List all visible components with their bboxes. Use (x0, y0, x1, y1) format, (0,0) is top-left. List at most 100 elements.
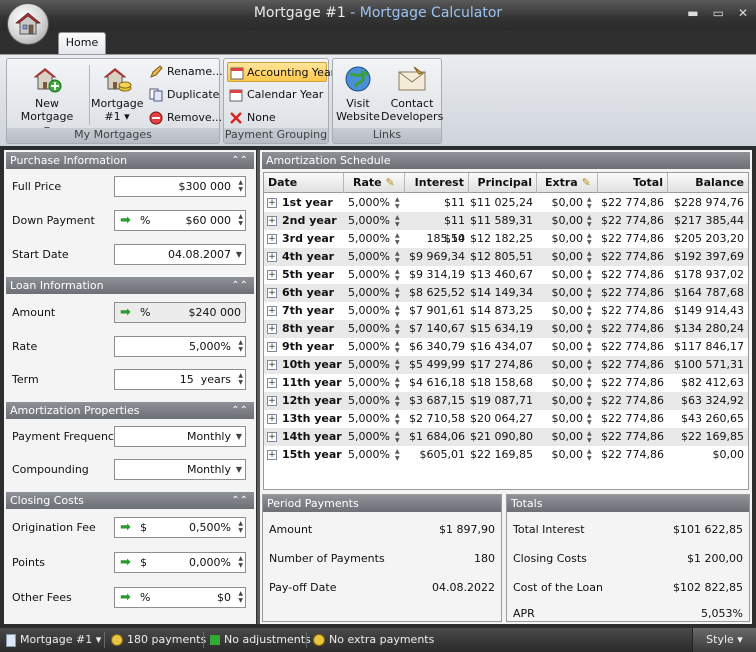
spinner-icon[interactable]: ▲ ▼ (395, 214, 400, 228)
rename-button[interactable]: Rename... (147, 62, 223, 82)
closing-costs-header[interactable]: Closing Costs ⌃⌃ (6, 492, 254, 509)
spinner-icon[interactable]: ▲ ▼ (395, 448, 400, 462)
expand-plus-icon[interactable]: + (267, 432, 277, 442)
spinner-icon[interactable]: ▲ ▼ (238, 372, 243, 386)
spinner-icon[interactable]: ▲ ▼ (587, 358, 592, 372)
application-menu-button[interactable] (7, 3, 49, 45)
mortgage-1-button[interactable]: Mortgage #1 ▾ (91, 63, 144, 123)
start-date-field[interactable]: 04.08.2007 ▼ (114, 244, 246, 265)
table-row[interactable]: +14th year 5,000% ▲ ▼ $1 684,06 $21 090,80 $0,… (264, 428, 748, 446)
cell-extra[interactable]: $0,00 (537, 284, 584, 302)
spinner-icon[interactable]: ▲ ▼ (395, 340, 400, 354)
spinner-icon[interactable]: ▲ ▼ (395, 376, 400, 390)
spinner-icon[interactable]: ▲ ▼ (587, 412, 592, 426)
green-arrow-icon[interactable]: ➡ (120, 588, 131, 607)
table-row[interactable]: +15th year 5,000% ▲ ▼ $605,01 $22 169,85 $0,00… (264, 446, 748, 464)
expand-plus-icon[interactable]: + (267, 216, 277, 226)
spinner-icon[interactable]: ▲ ▼ (395, 232, 400, 246)
cell-extra[interactable]: $0,00 (537, 230, 584, 248)
col-extra[interactable]: Extra ✎ (537, 173, 598, 193)
cell-extra[interactable]: $0,00 (537, 248, 584, 266)
collapse-chevron-icon[interactable]: ⌃⌃ (231, 152, 248, 169)
spinner-icon[interactable]: ▲ ▼ (395, 286, 400, 300)
dropdown-arrow-icon[interactable]: ▼ (236, 460, 242, 479)
spinner-icon[interactable]: ▲ ▼ (587, 430, 592, 444)
spinner-icon[interactable]: ▲ ▼ (587, 196, 592, 210)
col-total[interactable]: Total (598, 173, 668, 193)
expand-plus-icon[interactable]: + (267, 252, 277, 262)
green-arrow-icon[interactable]: ➡ (120, 303, 131, 322)
spinner-icon[interactable]: ▲ ▼ (395, 304, 400, 318)
table-row[interactable]: +2nd year 5,000% ▲ ▼ $11 185,54 $11 589,31 $0,… (264, 212, 748, 245)
tab-home[interactable]: Home (58, 32, 106, 54)
collapse-chevron-icon[interactable]: ⌃⌃ (231, 277, 248, 294)
table-row[interactable]: +5th year 5,000% ▲ ▼ $9 314,19 $13 460,67 $0,0… (264, 266, 748, 284)
cell-extra[interactable]: $0,00 (537, 410, 584, 428)
table-row[interactable]: +7th year 5,000% ▲ ▼ $7 901,61 $14 873,25 $0,0… (264, 302, 748, 320)
table-row[interactable]: +10th year 5,000% ▲ ▼ $5 499,99 $17 274,86 $0,… (264, 356, 748, 374)
col-rate[interactable]: Rate ✎ (344, 173, 405, 193)
expand-plus-icon[interactable]: + (267, 324, 277, 334)
amortization-properties-header[interactable]: Amortization Properties ⌃⌃ (6, 402, 254, 419)
spinner-icon[interactable]: ▲ ▼ (587, 340, 592, 354)
visit-website-button[interactable]: Visit Website (335, 63, 381, 123)
cell-extra[interactable]: $0,00 (537, 338, 584, 356)
spinner-icon[interactable]: ▲ ▼ (587, 448, 592, 462)
loan-info-header[interactable]: Loan Information ⌃⌃ (6, 277, 254, 294)
spinner-icon[interactable]: ▲ ▼ (238, 179, 243, 193)
rate-field[interactable]: 5,000% ▲ ▼ (114, 336, 246, 357)
spinner-icon[interactable]: ▲ ▼ (587, 322, 592, 336)
cell-extra[interactable]: $0,00 (537, 302, 584, 320)
other-fees-unit[interactable]: % (140, 588, 150, 607)
table-row[interactable]: +13th year 5,000% ▲ ▼ $2 710,58 $20 064,27 $0,… (264, 410, 748, 428)
payment-frequency-select[interactable]: Monthly ▼ (114, 426, 246, 447)
purchase-info-header[interactable]: Purchase Information ⌃⌃ (6, 152, 254, 169)
spinner-icon[interactable]: ▲ ▼ (238, 520, 243, 534)
close-button[interactable]: ✕ (738, 6, 748, 20)
table-row[interactable]: +12th year 5,000% ▲ ▼ $3 687,15 $19 087,71 $0,… (264, 392, 748, 410)
collapse-chevron-icon[interactable]: ⌃⌃ (231, 492, 248, 509)
calendar-year-button[interactable]: Calendar Year (227, 85, 323, 105)
expand-plus-icon[interactable]: + (267, 306, 277, 316)
cell-extra[interactable]: $0,00 (537, 446, 584, 464)
table-row[interactable]: +11th year 5,000% ▲ ▼ $4 616,18 $18 158,68 $0,… (264, 374, 748, 392)
spinner-icon[interactable]: ▲ ▼ (395, 412, 400, 426)
table-row[interactable]: +1st year5,000%▲▼$11 749,61$11 025,24$0,… (264, 194, 748, 227)
cell-extra[interactable]: $0,00 (537, 428, 584, 446)
origination-fee-unit[interactable]: $ (140, 518, 147, 537)
status-mortgage-selector[interactable]: Mortgage #1 ▾ (6, 628, 101, 652)
expand-plus-icon[interactable]: + (267, 360, 277, 370)
origination-fee-field[interactable]: ➡ $ 0,500% ▲ ▼ (114, 517, 246, 538)
table-row[interactable]: +8th year 5,000% ▲ ▼ $7 140,67 $15 634,19 $0,0… (264, 320, 748, 338)
spinner-icon[interactable]: ▲ ▼ (587, 376, 592, 390)
table-row[interactable]: +6th year 5,000% ▲ ▼ $8 625,52 $14 149,34 $0,0… (264, 284, 748, 302)
spinner-icon[interactable]: ▲ ▼ (395, 322, 400, 336)
spinner-icon[interactable]: ▲ ▼ (238, 213, 243, 227)
edit-pencil-icon[interactable]: ✎ (385, 176, 394, 189)
expand-plus-icon[interactable]: + (267, 270, 277, 280)
cell-extra[interactable]: $0,00 (537, 356, 584, 374)
none-grouping-button[interactable]: None (227, 108, 276, 128)
new-mortgage-button[interactable]: New Mortgage ▾ (11, 63, 83, 136)
expand-plus-icon[interactable]: + (267, 450, 277, 460)
down-payment-unit[interactable]: % (140, 211, 150, 230)
expand-plus-icon[interactable]: + (267, 378, 277, 388)
green-arrow-icon[interactable]: ➡ (120, 518, 131, 537)
loan-amount-field[interactable]: ➡ % $240 000 (114, 302, 246, 323)
spinner-icon[interactable]: ▲ ▼ (395, 268, 400, 282)
col-interest[interactable]: Interest (405, 173, 469, 193)
expand-plus-icon[interactable]: + (267, 288, 277, 298)
collapse-chevron-icon[interactable]: ⌃⌃ (231, 402, 248, 419)
spinner-icon[interactable]: ▲ ▼ (238, 555, 243, 569)
expand-plus-icon[interactable]: + (267, 198, 277, 208)
spinner-icon[interactable]: ▲ ▼ (238, 590, 243, 604)
col-date[interactable]: Date (264, 173, 344, 193)
table-row[interactable]: +4th year 5,000% ▲ ▼ $9 969,34 $12 805,51 $0,0… (264, 248, 748, 266)
contact-developers-button[interactable]: Contact Developers (381, 63, 443, 123)
spinner-icon[interactable]: ▲ ▼ (587, 286, 592, 300)
minimize-button[interactable]: ▬ (687, 6, 698, 20)
cell-extra[interactable]: $0,00 (537, 266, 584, 284)
spinner-icon[interactable]: ▲ ▼ (587, 214, 592, 228)
points-unit[interactable]: $ (140, 553, 147, 572)
down-payment-field[interactable]: ➡ % $60 000 ▲ ▼ (114, 210, 246, 231)
